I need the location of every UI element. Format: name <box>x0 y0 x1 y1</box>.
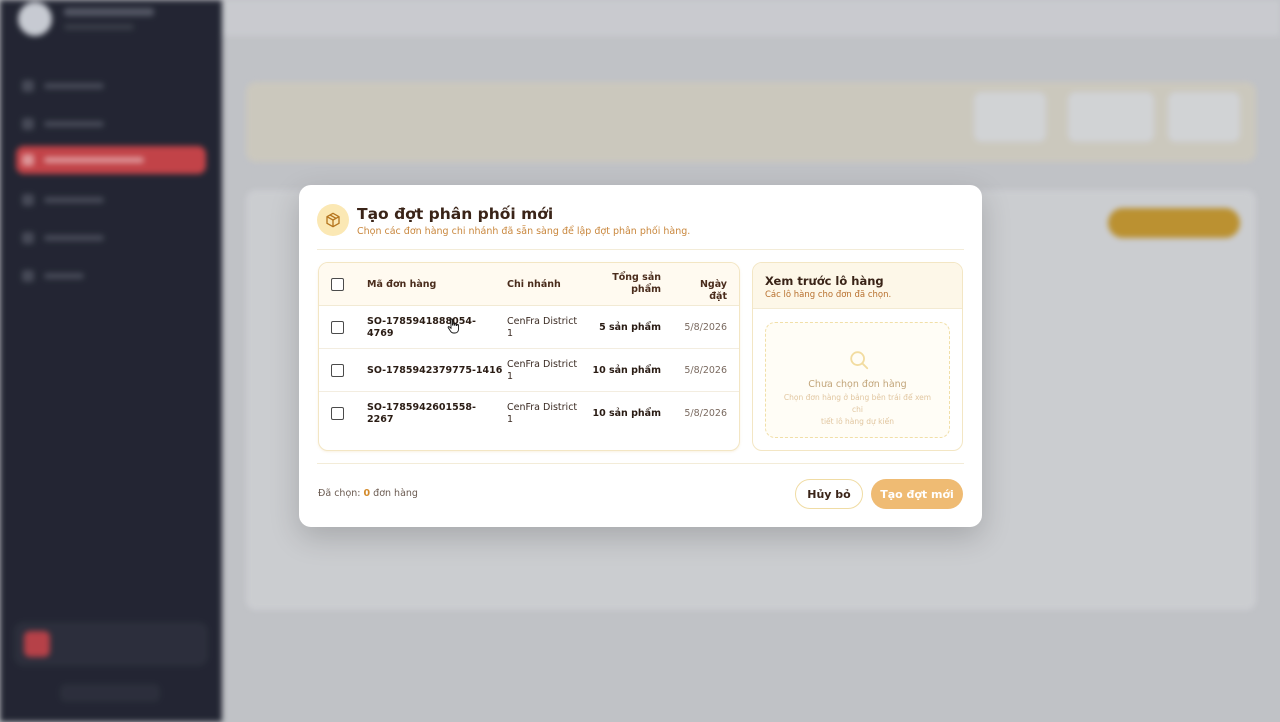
preview-subtitle: Các lô hàng cho đơn đã chọn. <box>765 290 892 300</box>
row-checkbox[interactable] <box>331 364 344 377</box>
cancel-button[interactable]: Hủy bỏ <box>795 479 863 509</box>
select-all-checkbox[interactable] <box>331 278 344 291</box>
preview-empty-state: Chưa chọn đơn hàng Chọn đơn hàng ở bảng … <box>765 322 950 438</box>
header-divider <box>317 249 964 250</box>
create-batch-button[interactable]: Tạo đợt mới <box>871 479 963 509</box>
order-date: 5/8/2026 <box>684 322 727 333</box>
search-icon <box>850 351 869 370</box>
empty-description: Chọn đơn hàng ở bảng bên trái để xem chi… <box>783 393 932 426</box>
product-count: 5 sản phẩm <box>599 322 661 333</box>
order-date: 5/8/2026 <box>684 408 727 419</box>
branch-name: CenFra District 1 <box>507 402 578 425</box>
create-batch-modal: Tạo đợt phân phối mới Chọn các đơn hàng … <box>299 185 982 527</box>
table-row[interactable]: SO-178594188805​4- 4769 CenFra District … <box>319 306 739 349</box>
modal-subtitle: Chọn các đơn hàng chi nhánh đã sẵn sàng … <box>357 226 691 237</box>
column-header-branch: Chi nhánh <box>507 279 561 290</box>
shipment-preview-panel: Xem trước lô hàng Các lô hàng cho đơn đã… <box>752 262 963 451</box>
order-code: SO-1785942601558- 2267 <box>367 402 476 425</box>
branch-name: CenFra District 1 <box>507 316 578 339</box>
column-header-date: Ngày đặt <box>699 279 727 302</box>
package-icon <box>317 204 349 236</box>
footer-divider <box>317 463 964 464</box>
row-checkbox[interactable] <box>331 407 344 420</box>
column-header-total: Tổng sản phẩm <box>612 272 661 295</box>
product-count: 10 sản phẩm <box>592 408 661 419</box>
modal-title: Tạo đợt phân phối mới <box>357 205 554 223</box>
orders-table: Mã đơn hàng Chi nhánh Tổng sản phẩm Ngày… <box>318 262 740 451</box>
empty-title: Chưa chọn đơn hàng <box>808 379 907 390</box>
preview-header: Xem trước lô hàng Các lô hàng cho đơn đã… <box>753 263 962 309</box>
product-count: 10 sản phẩm <box>592 365 661 376</box>
selected-count: Đã chọn: 0 đơn hàng <box>318 488 418 499</box>
preview-title: Xem trước lô hàng <box>765 274 884 288</box>
column-header-code: Mã đơn hàng <box>367 279 437 290</box>
branch-name: CenFra District 1 <box>507 359 578 382</box>
table-row[interactable]: SO-1785942601558- 2267 CenFra District 1… <box>319 392 739 435</box>
hand-cursor-icon <box>447 318 459 334</box>
table-row[interactable]: SO-1785942379775-1416 CenFra District 1 … <box>319 349 739 392</box>
order-code: SO-1785942379775-1416 <box>367 365 503 376</box>
order-date: 5/8/2026 <box>684 365 727 376</box>
row-checkbox[interactable] <box>331 321 344 334</box>
table-header: Mã đơn hàng Chi nhánh Tổng sản phẩm Ngày… <box>319 263 739 306</box>
